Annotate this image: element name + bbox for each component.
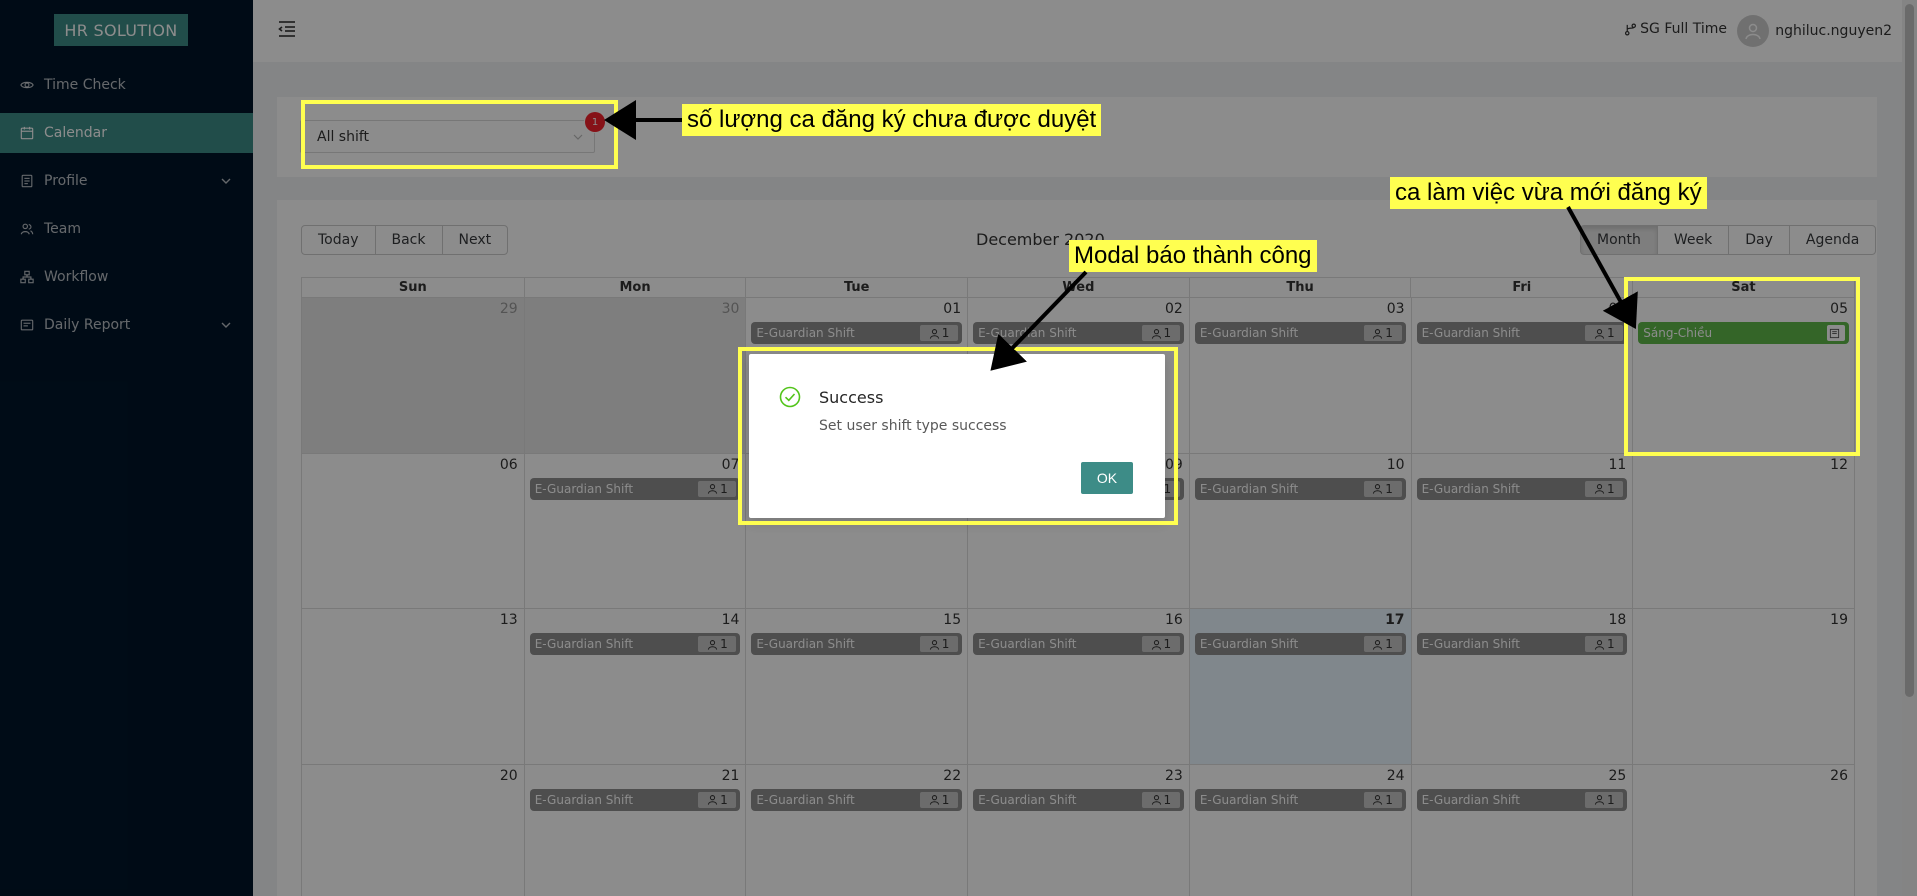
annotation-new-shift-note: ca làm việc vừa mới đăng ký <box>1390 177 1707 209</box>
annotation-pending-note: số lượng ca đăng ký chưa được duyệt <box>682 104 1102 136</box>
highlight-modal-box <box>738 347 1178 525</box>
highlight-filter-box <box>301 100 618 169</box>
highlight-new-shift-box <box>1624 277 1860 456</box>
annotation-modal-note: Modal báo thành công <box>1069 240 1317 272</box>
